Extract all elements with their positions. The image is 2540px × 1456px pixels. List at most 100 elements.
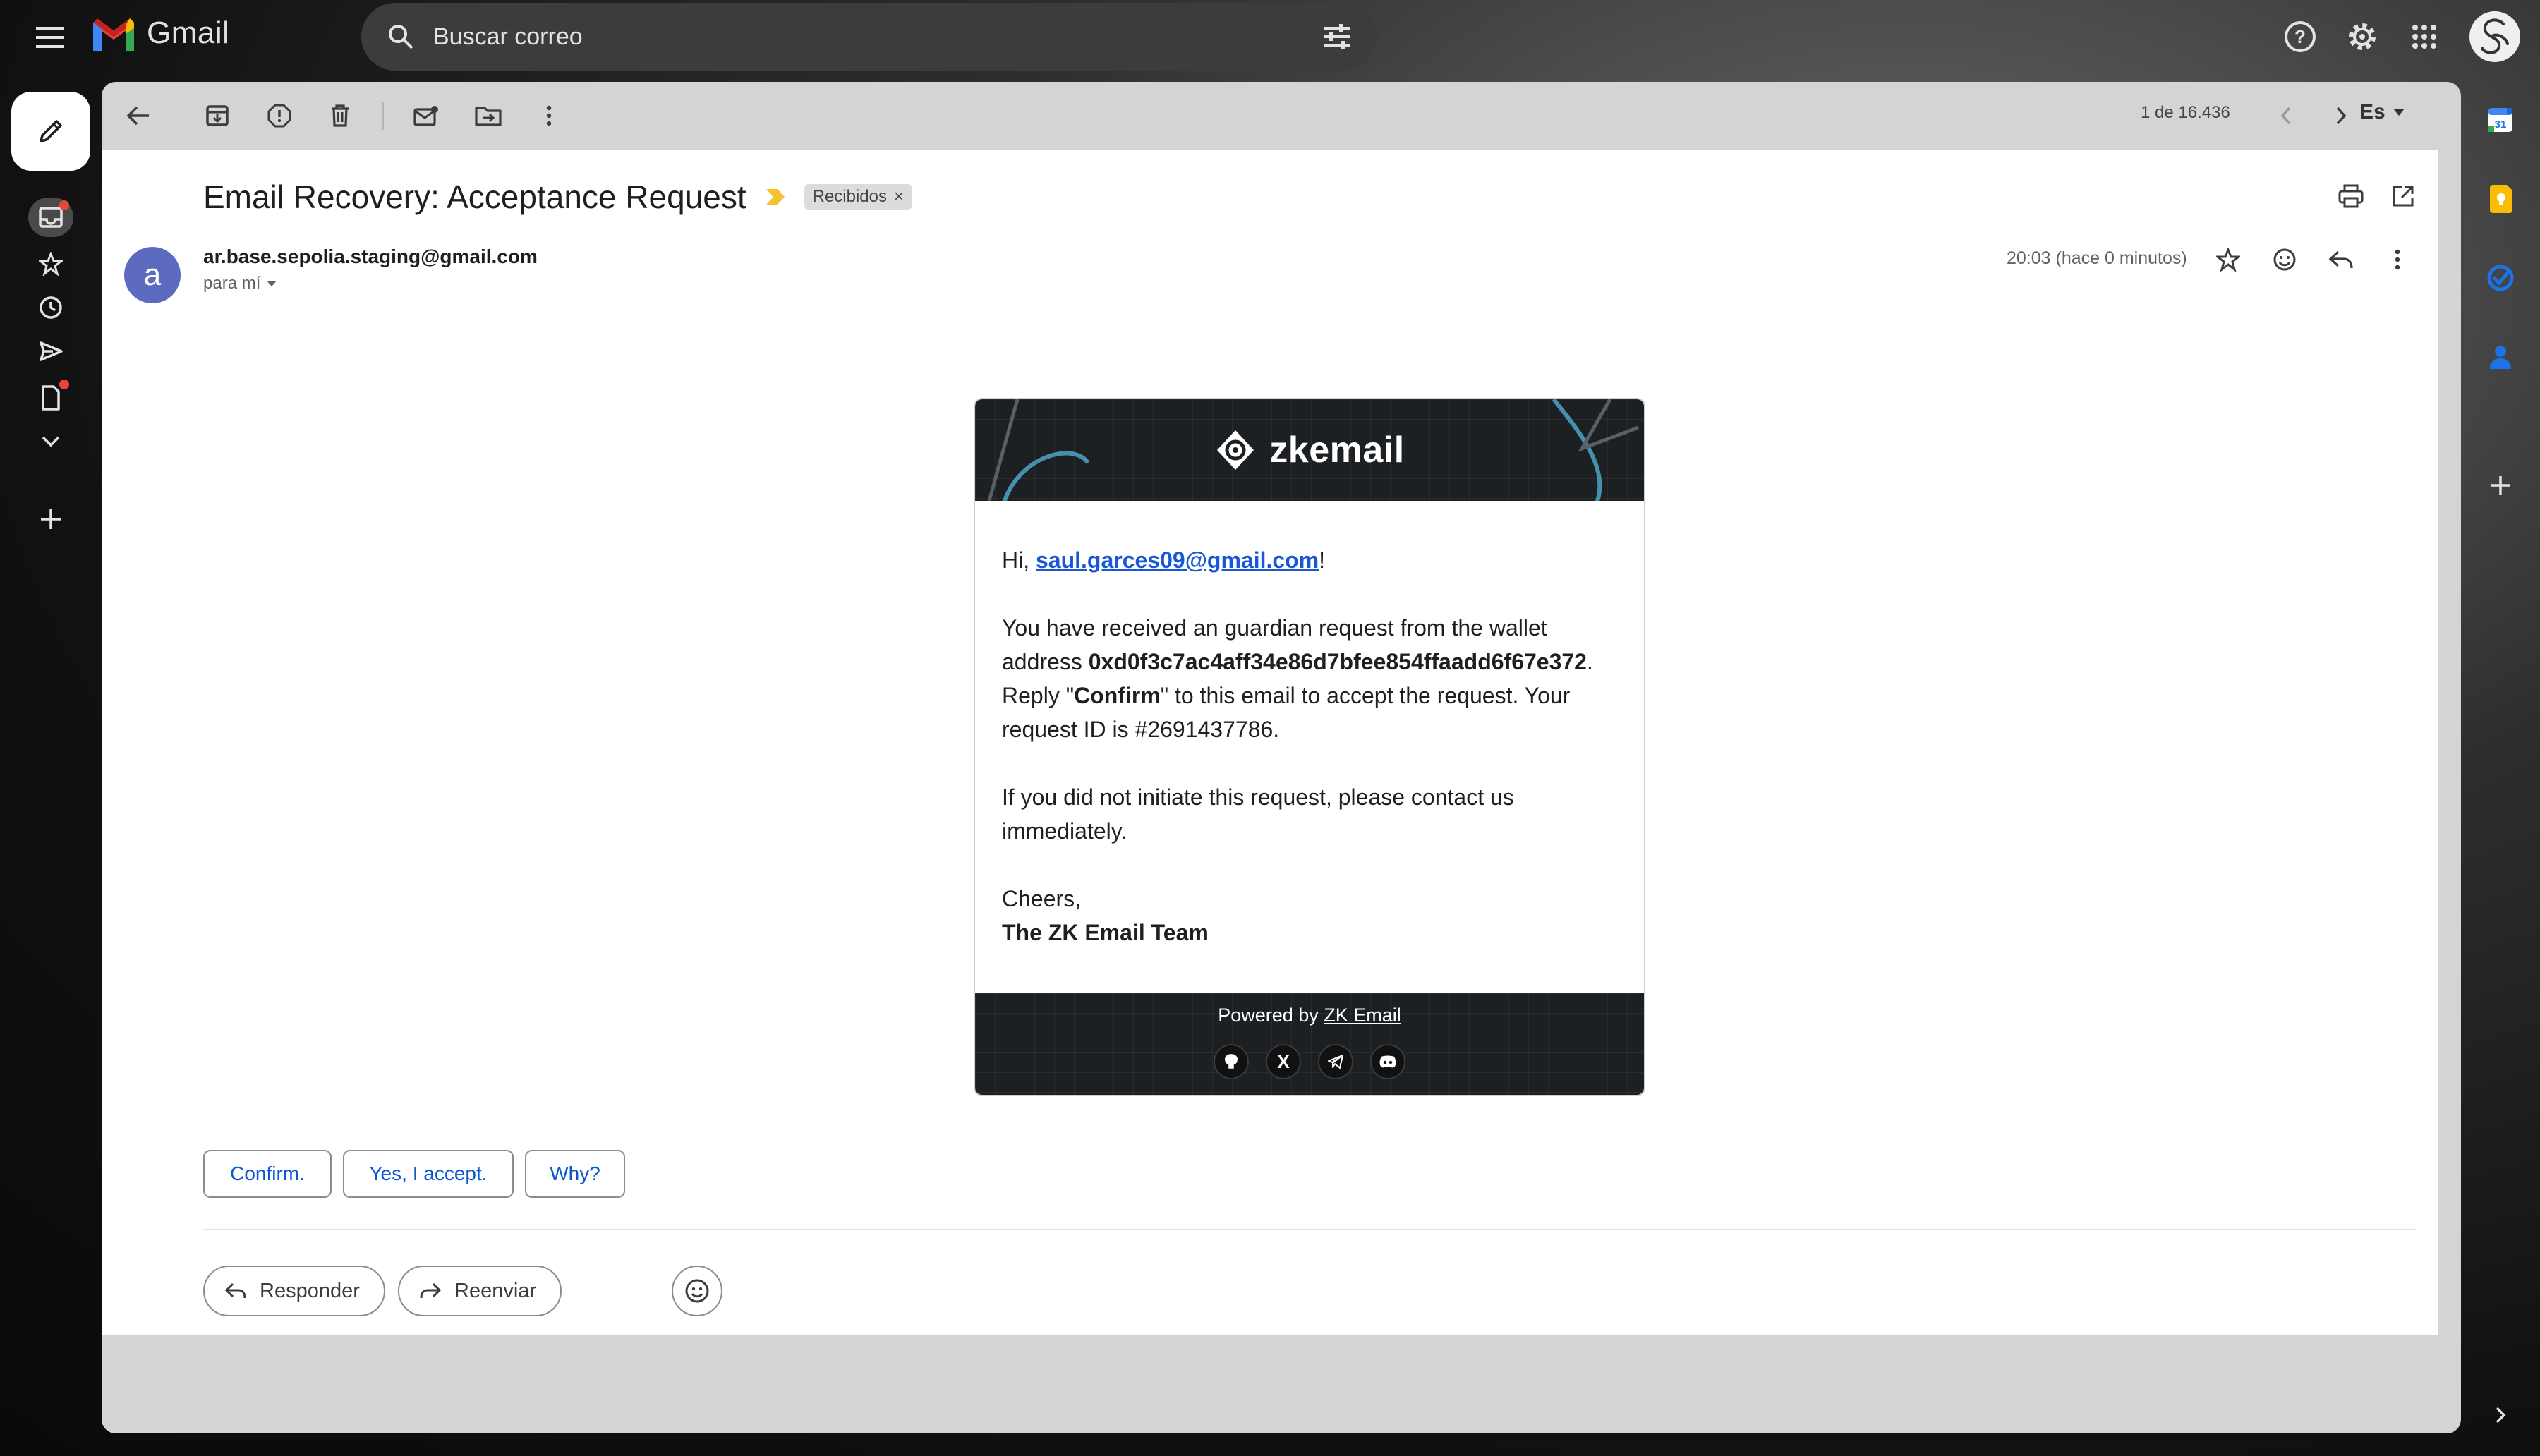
svg-text:31: 31 [2495,119,2507,131]
input-tools-selector[interactable]: Es [2359,100,2405,124]
label-chip-inbox[interactable]: Recibidos × [804,184,913,210]
pencil-icon [40,120,62,142]
search-options-icon[interactable] [1322,24,1352,49]
telegram-icon[interactable] [1318,1044,1353,1079]
delete-trash-icon[interactable] [319,95,361,137]
zkemail-banner: zkemail [975,399,1644,501]
sidebar-item-drafts[interactable] [28,378,73,418]
gmail-wordmark: Gmail [147,16,230,50]
details-caret-icon[interactable] [266,280,277,287]
main-menu-button[interactable] [28,16,72,59]
smart-reply-why[interactable]: Why? [525,1150,625,1198]
importance-marker-icon[interactable] [765,188,786,206]
settings-gear-icon[interactable] [2340,14,2385,59]
older-chevron-icon[interactable] [2320,95,2362,137]
account-avatar[interactable] [2469,11,2520,62]
email-panel: 1 de 16.436 Es Email Recovery: Acceptanc… [102,82,2461,1433]
reply-divider [203,1229,2416,1230]
expand-panel-icon[interactable] [2481,1395,2520,1435]
search-bar[interactable]: Buscar correo [361,3,1377,71]
discord-icon[interactable] [1370,1044,1405,1079]
cheers-line: Cheers, [1002,886,1082,911]
compose-button[interactable] [11,92,90,171]
tasks-icon[interactable] [2481,258,2520,298]
forward-label: Reenviar [454,1279,537,1302]
social-links: X [975,1044,1644,1079]
more-vert-icon[interactable] [528,95,570,137]
zkemail-logo-icon [1217,430,1254,470]
powered-by-line: Powered by ZK Email [975,1005,1644,1026]
add-addon-icon[interactable] [2481,466,2520,505]
forward-icon [420,1282,442,1299]
email-timestamp: 20:03 (hace 0 minutos) [2007,248,2187,268]
gmail-m-icon [93,18,134,51]
star-icon [39,252,63,276]
newer-chevron-icon[interactable] [2265,95,2307,137]
email-message-text: Hi, saul.garces09@gmail.com! You have re… [975,501,1644,950]
keep-notes-icon[interactable] [2481,179,2520,219]
open-new-window-icon[interactable] [2382,175,2424,217]
x-twitter-icon[interactable]: X [1266,1044,1301,1079]
forward-button[interactable]: Reenviar [398,1266,562,1316]
plus-icon [41,509,61,529]
print-icon[interactable] [2330,175,2372,217]
powered-by-text: Powered by [1218,1005,1324,1026]
recipient-email-link[interactable]: saul.garces09@gmail.com [1036,547,1319,573]
sidebar-item-starred[interactable] [28,244,73,284]
recipient-label: para mí [203,274,261,293]
greeting-suffix: ! [1319,547,1326,573]
account-initial-icon [2481,18,2509,54]
sidebar-item-snoozed[interactable] [28,288,73,327]
label-chip-text: Recibidos [812,187,887,206]
smart-reply-accept[interactable]: Yes, I accept. [343,1150,514,1198]
sidebar-item-inbox[interactable] [28,198,73,237]
sidebar-more-button[interactable] [28,422,73,461]
team-signature: The ZK Email Team [1002,920,1209,945]
calendar-icon[interactable]: 31 [2481,100,2520,140]
reply-arrow-icon[interactable] [2320,238,2362,281]
zk-email-link[interactable]: ZK Email [1324,1005,1401,1026]
mark-unread-icon[interactable] [405,95,447,137]
zkemail-wordmark: zkemail [1269,430,1405,471]
reply-button[interactable]: Responder [203,1266,385,1316]
star-message-icon[interactable] [2207,238,2249,281]
emoji-reaction-icon[interactable] [2263,238,2306,281]
report-spam-icon[interactable] [258,95,301,137]
archive-icon[interactable] [196,95,238,137]
move-to-folder-icon[interactable] [467,95,509,137]
chevron-down-icon [42,436,60,447]
email-body-card: zkemail Hi, saul.garces09@gmail.com! You… [974,398,1645,1096]
drafts-dot [59,380,69,389]
emoji-reaction-button[interactable] [672,1266,722,1316]
create-label-button[interactable] [28,499,73,539]
sidebar-item-sent[interactable] [28,332,73,371]
remove-label-icon[interactable]: × [894,187,904,207]
apps-grid-icon[interactable] [2402,14,2447,59]
sender-email[interactable]: ar.base.sepolia.staging@gmail.com [203,245,538,268]
gmail-logo[interactable]: Gmail [90,16,229,51]
contact-paragraph: If you did not initiate this request, pl… [1002,784,1514,844]
smart-reply-confirm[interactable]: Confirm. [203,1150,332,1198]
smiley-icon [685,1279,709,1303]
message-more-icon[interactable] [2376,238,2419,281]
send-icon [40,341,63,361]
help-icon[interactable]: ? [2278,14,2323,59]
wallet-address: 0xd0f3c7ac4aff34e86d7bfee854ffaadd6f67e3… [1088,649,1587,674]
zkemail-footer: Powered by ZK Email X [975,993,1644,1095]
search-icon[interactable] [387,23,415,51]
greeting-prefix: Hi, [1002,547,1036,573]
confirm-keyword: Confirm [1074,683,1161,708]
contacts-icon[interactable] [2481,337,2520,377]
hamburger-icon [36,27,64,48]
search-input[interactable]: Buscar correo [433,23,1322,51]
draft-icon [42,385,60,411]
clock-icon [40,296,62,319]
recipient-line[interactable]: para mí [203,274,277,293]
sender-avatar[interactable]: a [124,247,181,303]
toolbar-separator [382,102,384,130]
caret-down-icon [2393,109,2405,116]
reply-icon [224,1282,246,1299]
github-icon[interactable] [1214,1044,1249,1079]
back-arrow-icon[interactable] [117,95,159,137]
email-toolbar: 1 de 16.436 Es [102,82,2461,150]
